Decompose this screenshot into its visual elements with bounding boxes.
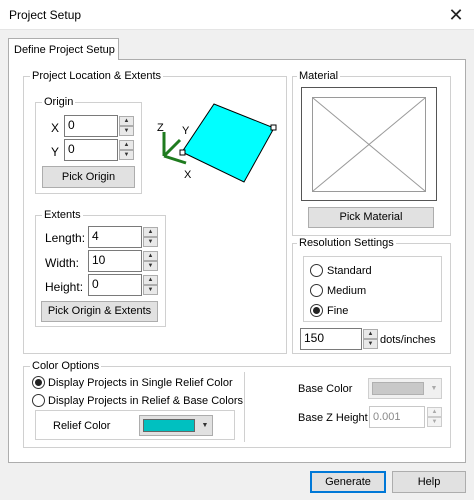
origin-y-label: Y <box>51 145 60 159</box>
axis-x-label: X <box>184 169 192 181</box>
extents-group-label: Extents <box>42 209 83 221</box>
spin-up-icon[interactable]: ▲ <box>427 407 442 417</box>
color-options-divider <box>244 372 245 442</box>
spin-up-icon[interactable]: ▲ <box>119 140 134 150</box>
spin-down-icon[interactable]: ▼ <box>143 237 158 247</box>
spin-up-icon[interactable]: ▲ <box>143 251 158 261</box>
resolution-fine-radio[interactable] <box>310 304 323 317</box>
origin-x-spinner[interactable]: ▲ ▼ <box>119 116 134 136</box>
spin-down-icon[interactable]: ▼ <box>119 150 134 160</box>
resolution-standard-label[interactable]: Standard <box>327 265 372 277</box>
spin-up-icon[interactable]: ▲ <box>119 116 134 126</box>
resolution-standard-radio[interactable] <box>310 264 323 277</box>
tab-define-project-setup[interactable]: Define Project Setup <box>8 38 119 60</box>
origin-y-spinner[interactable]: ▲ ▼ <box>119 140 134 160</box>
relief-color-label: Relief Color <box>53 420 111 432</box>
width-input[interactable]: 10 <box>88 250 142 272</box>
spin-down-icon[interactable]: ▼ <box>119 126 134 136</box>
origin-x-label: X <box>51 121 60 135</box>
location-group-label: Project Location & Extents <box>30 70 164 82</box>
length-input[interactable]: 4 <box>88 226 142 248</box>
spin-down-icon[interactable]: ▼ <box>363 339 378 349</box>
material-preview <box>301 87 437 201</box>
relief-base-colors-radio[interactable] <box>32 394 45 407</box>
base-color-swatch <box>372 382 424 395</box>
base-z-height-input[interactable]: 0.001 <box>369 406 425 428</box>
chevron-down-icon[interactable]: ▼ <box>198 416 212 435</box>
window-title: Project Setup <box>9 8 82 22</box>
relief-base-colors-label[interactable]: Display Projects in Relief & Base Colors <box>48 395 243 407</box>
origin-group-label: Origin <box>42 96 76 108</box>
material-group-label: Material <box>297 70 341 82</box>
width-spinner[interactable]: ▲ ▼ <box>143 251 158 271</box>
pick-material-button[interactable]: Pick Material <box>308 207 434 228</box>
spin-up-icon[interactable]: ▲ <box>143 275 158 285</box>
project-plane <box>181 103 275 183</box>
single-relief-color-label[interactable]: Display Projects in Single Relief Color <box>48 377 233 389</box>
spin-up-icon[interactable]: ▲ <box>363 329 378 339</box>
pick-origin-extents-button[interactable]: Pick Origin & Extents <box>41 301 158 322</box>
resolution-value-input[interactable]: 150 <box>300 328 362 350</box>
relief-color-swatch <box>143 419 195 432</box>
base-color-picker[interactable]: ▼ <box>368 378 442 399</box>
origin-preview: Z Y X <box>157 103 277 183</box>
spin-down-icon[interactable]: ▼ <box>143 285 158 295</box>
axis-y-label: Y <box>182 125 190 137</box>
height-label: Height: <box>45 280 84 294</box>
height-spinner[interactable]: ▲ ▼ <box>143 275 158 295</box>
generate-button[interactable]: Generate <box>310 471 386 493</box>
help-button[interactable]: Help <box>392 471 466 493</box>
resolution-fine-label[interactable]: Fine <box>327 305 348 317</box>
origin-x-input[interactable]: 0 <box>64 115 118 137</box>
spin-up-icon[interactable]: ▲ <box>143 227 158 237</box>
color-options-group-label: Color Options <box>30 360 102 372</box>
axis-z-label: Z <box>157 122 164 134</box>
close-icon[interactable]: ✕ <box>438 0 474 30</box>
pick-origin-button[interactable]: Pick Origin <box>42 166 135 188</box>
relief-color-picker[interactable]: ▼ <box>139 415 213 436</box>
single-relief-color-radio[interactable] <box>32 376 45 389</box>
axis-x <box>163 154 187 165</box>
resolution-spinner[interactable]: ▲ ▼ <box>363 329 378 349</box>
chevron-down-icon[interactable]: ▼ <box>427 379 441 398</box>
height-input[interactable]: 0 <box>88 274 142 296</box>
axis-y <box>162 138 182 158</box>
base-z-height-spinner[interactable]: ▲ ▼ <box>427 407 442 427</box>
width-label: Width: <box>45 256 80 270</box>
resolution-unit-label: dots/inches <box>380 334 436 346</box>
resolution-medium-label[interactable]: Medium <box>327 285 366 297</box>
resolution-group-label: Resolution Settings <box>297 237 396 249</box>
base-z-height-label: Base Z Height <box>298 412 368 424</box>
origin-y-input[interactable]: 0 <box>64 139 118 161</box>
base-color-label: Base Color <box>298 383 353 395</box>
length-spinner[interactable]: ▲ ▼ <box>143 227 158 247</box>
spin-down-icon[interactable]: ▼ <box>143 261 158 271</box>
plane-corner-handle <box>270 124 277 131</box>
length-label: Length: <box>45 231 86 245</box>
spin-down-icon[interactable]: ▼ <box>427 417 442 427</box>
resolution-medium-radio[interactable] <box>310 284 323 297</box>
resolution-options-box <box>303 256 442 322</box>
plane-corner-handle <box>179 149 186 156</box>
